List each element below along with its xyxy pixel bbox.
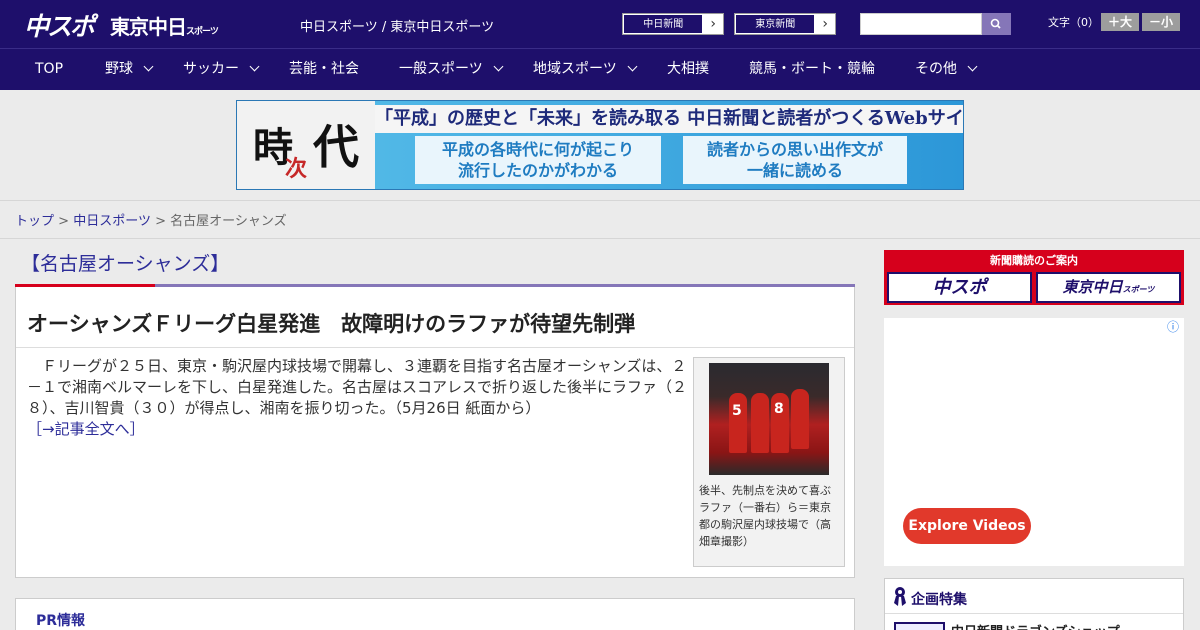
nav-label: 大相撲 xyxy=(667,61,709,77)
tokyo-chunichi-subscribe-button[interactable]: 東京中日スポーツ xyxy=(1036,272,1181,303)
nav-label: 一般スポーツ xyxy=(399,61,483,77)
banner-headline: 「平成」の歴史と「未来」を読み取る 中日新聞と読者がつくるWebサイト xyxy=(375,105,963,133)
chevron-down-icon xyxy=(967,61,978,72)
breadcrumb-home-link[interactable]: トップ xyxy=(15,214,54,229)
font-larger-button[interactable]: ＋大 xyxy=(1101,13,1139,31)
ad-info-icon[interactable]: ⓘ xyxy=(1167,318,1179,335)
search-button[interactable] xyxy=(982,13,1011,35)
banner-box-right: 読者からの思い出作文が 一緒に読める xyxy=(683,136,907,184)
pr-section: PR情報 xyxy=(15,598,855,630)
article-text: Ｆリーグが２５日、東京・駒沢屋内球技場で開幕し、３連覇を目指す名古屋オーシャンズ… xyxy=(27,357,688,417)
font-size-label: 文字（0） xyxy=(1048,16,1099,29)
article-photo[interactable]: 5 8 xyxy=(709,363,829,475)
banner-box-left-line2: 流行したのかがわかる xyxy=(457,161,618,180)
breadcrumb-separator: > xyxy=(155,214,166,229)
subscribe-button-label: 東京中日 xyxy=(1062,278,1123,296)
article-title: オーシャンズＦリーグ白星発進 故障明けのラファが待望先制弾 xyxy=(27,312,636,336)
font-smaller-button[interactable]: －小 xyxy=(1142,13,1180,31)
banner-box-right-line2: 一緒に読める xyxy=(746,161,843,180)
explore-videos-button[interactable]: Explore Videos xyxy=(903,508,1031,544)
chevron-right-icon: › xyxy=(815,14,835,34)
breadcrumb-divider xyxy=(0,238,1200,239)
banner-kanji-3: 代 xyxy=(313,120,359,174)
site-links[interactable]: 中日スポーツ / 東京中日スポーツ xyxy=(300,16,494,35)
article-divider xyxy=(16,347,854,348)
chevron-right-icon: › xyxy=(703,14,723,34)
nav-label: その他 xyxy=(915,61,957,77)
chunichi-shimbun-button[interactable]: 中日新聞 › xyxy=(622,13,724,35)
category-title: 【名古屋オーシャンズ】 xyxy=(21,253,230,275)
banner-box-right-line1: 読者からの思い出作文が xyxy=(706,140,883,159)
np-button-label: 中日新聞 xyxy=(623,14,704,34)
player-figure xyxy=(751,393,769,453)
nav-item-top[interactable]: TOP xyxy=(35,49,63,90)
player-figure xyxy=(791,389,809,449)
nav-item-baseball[interactable]: 野球 xyxy=(105,49,154,90)
article-photo-box: 5 8 後半、先制点を決めて喜ぶラファ（一番右）ら＝東京都の駒沢屋内球技場で（高… xyxy=(693,357,845,567)
banner-box-left: 平成の各時代に何が起こり 流行したのかがわかる xyxy=(415,136,661,184)
article-card: オーシャンズＦリーグ白星発進 故障明けのラファが待望先制弾 Ｆリーグが２５日、東… xyxy=(15,287,855,578)
dragons-shop-link[interactable]: 中日新聞ドラゴンズショップ xyxy=(951,621,1120,630)
tokyo-logo-small: スポーツ xyxy=(186,27,219,37)
nav-item-racing[interactable]: 競馬・ボート・競輪 xyxy=(749,49,875,90)
nav-item-sumo[interactable]: 大相撲 xyxy=(667,49,709,90)
banner-area: 時 次 代 「平成」の歴史と「未来」を読み取る 中日新聞と読者がつくるWebサイ… xyxy=(0,90,1200,201)
nav-label: サッカー xyxy=(183,61,239,77)
search-icon xyxy=(990,18,1001,29)
dragons-shop-thumbnail[interactable] xyxy=(894,622,945,630)
jersey-number: 8 xyxy=(774,401,784,417)
nav-label: 地域スポーツ xyxy=(533,61,617,77)
breadcrumb-separator: > xyxy=(58,214,70,229)
subscription-panel: 新聞購読のご案内 中スポ 東京中日スポーツ xyxy=(884,250,1184,305)
breadcrumb-current: 名古屋オーシャンズ xyxy=(170,214,287,229)
banner-box-left-line1: 平成の各時代に何が起こり xyxy=(441,140,634,159)
nav-label: 野球 xyxy=(105,61,133,77)
nav-label: 芸能・社会 xyxy=(289,61,359,77)
heisei-banner[interactable]: 時 次 代 「平成」の歴史と「未来」を読み取る 中日新聞と読者がつくるWebサイ… xyxy=(236,100,964,190)
nav-label: TOP xyxy=(35,61,64,77)
video-ad: ⓘ Explore Videos xyxy=(884,318,1184,566)
tokyo-chunichi-logo[interactable]: 東京中日スポーツ xyxy=(110,11,219,40)
nav-label: 競馬・ボート・競輪 xyxy=(749,61,875,77)
special-features-panel: 企画特集 中日新聞ドラゴンズショップ xyxy=(884,578,1184,630)
nav-item-soccer[interactable]: サッカー xyxy=(183,49,260,90)
chevron-down-icon xyxy=(627,61,638,72)
chevron-down-icon xyxy=(143,61,154,72)
ribbon-icon xyxy=(894,587,906,606)
site-header: 中スポ 東京中日スポーツ 中日スポーツ / 東京中日スポーツ 中日新聞 › 東京… xyxy=(0,0,1200,48)
search-input[interactable] xyxy=(860,13,982,35)
photo-caption: 後半、先制点を決めて喜ぶラファ（一番右）ら＝東京都の駒沢屋内球技場で（高畑章撮影… xyxy=(699,484,831,548)
breadcrumb-section-link[interactable]: 中日スポーツ xyxy=(73,214,151,229)
special-features-title: 企画特集 xyxy=(911,592,967,608)
tokyo-logo-text: 東京中日 xyxy=(110,15,187,39)
nav-item-general-sports[interactable]: 一般スポーツ xyxy=(399,49,504,90)
chuspo-subscribe-button[interactable]: 中スポ xyxy=(887,272,1032,303)
tokyo-shimbun-button[interactable]: 東京新聞 › xyxy=(734,13,836,35)
np-button-label: 東京新聞 xyxy=(735,14,816,34)
article-body: Ｆリーグが２５日、東京・駒沢屋内球技場で開幕し、３連覇を目指す名古屋オーシャンズ… xyxy=(27,356,687,440)
banner-kanji-2: 次 xyxy=(285,156,308,182)
read-full-article-link[interactable]: ［→記事全文へ］ xyxy=(27,420,145,438)
chevron-down-icon xyxy=(249,61,260,72)
special-divider xyxy=(885,613,1183,614)
pr-title: PR情報 xyxy=(36,613,86,629)
chevron-down-icon xyxy=(493,61,504,72)
nav-item-other[interactable]: その他 xyxy=(915,49,978,90)
jersey-number: 5 xyxy=(732,403,742,419)
subscription-title: 新聞購読のご案内 xyxy=(990,254,1078,267)
nav-item-entertainment[interactable]: 芸能・社会 xyxy=(289,49,359,90)
player-figure xyxy=(729,393,747,453)
nav-item-local-sports[interactable]: 地域スポーツ xyxy=(533,49,638,90)
subscribe-button-small: スポーツ xyxy=(1122,285,1155,294)
breadcrumb: トップ > 中日スポーツ > 名古屋オーシャンズ xyxy=(15,210,287,229)
chuspo-logo[interactable]: 中スポ xyxy=(24,7,95,43)
main-nav: TOP 野球 サッカー 芸能・社会 一般スポーツ 地域スポーツ 大相撲 競馬・ボ… xyxy=(0,48,1200,90)
